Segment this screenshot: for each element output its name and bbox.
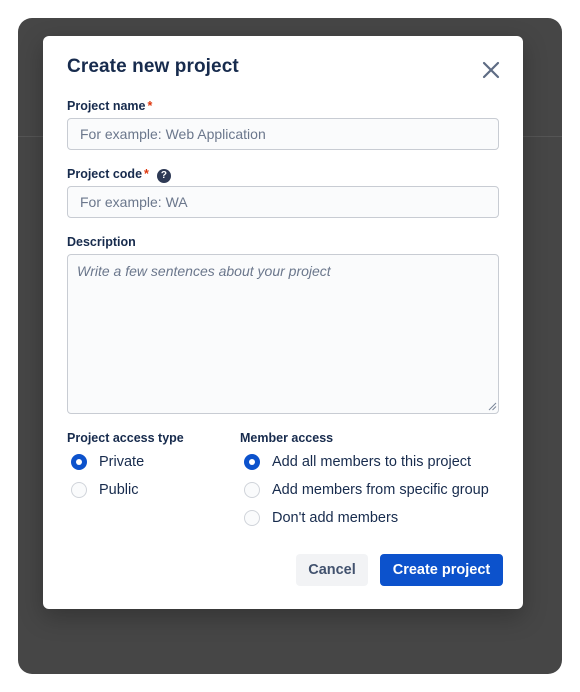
dialog-title: Create new project [67,56,239,77]
required-marker: * [144,167,149,181]
radio-unchecked-icon [71,482,87,498]
close-button[interactable] [479,58,503,82]
radio-specific-group-label: Add members from specific group [272,482,489,498]
radio-private[interactable]: Private [71,452,144,472]
create-project-button[interactable]: Create project [380,554,503,586]
close-icon [482,61,500,79]
radio-unchecked-icon [244,482,260,498]
member-access-label: Member access [240,431,334,445]
radio-dont-add-members[interactable]: Don't add members [244,508,398,528]
project-name-label: Project name * [67,99,152,113]
radio-unchecked-icon [244,510,260,526]
radio-add-all-members[interactable]: Add all members to this project [244,452,471,472]
project-code-input[interactable] [67,186,499,218]
radio-private-label: Private [99,454,145,470]
project-name-input[interactable] [67,118,499,150]
access-type-label: Project access type [67,431,184,445]
description-label: Description [67,235,136,249]
radio-add-all-members-label: Add all members to this project [272,454,472,470]
radio-public[interactable]: Public [71,480,139,500]
radio-checked-icon [71,454,87,470]
project-name-label-text: Project name [67,99,146,113]
description-textarea[interactable] [67,254,499,414]
create-project-dialog: Create new project Project name* Project… [43,36,523,609]
project-code-label: Project code *? [67,167,171,183]
project-code-label-text: Project code [67,167,143,181]
resize-grip-icon[interactable] [488,402,497,411]
question-circle-icon[interactable]: ? [156,169,171,183]
cancel-button[interactable]: Cancel [296,554,368,586]
radio-checked-icon [244,454,260,470]
radio-specific-group[interactable]: Add members from specific group [244,480,489,500]
radio-dont-add-members-label: Don't add members [272,510,399,526]
required-marker: * [147,99,153,113]
radio-public-label: Public [99,482,139,498]
